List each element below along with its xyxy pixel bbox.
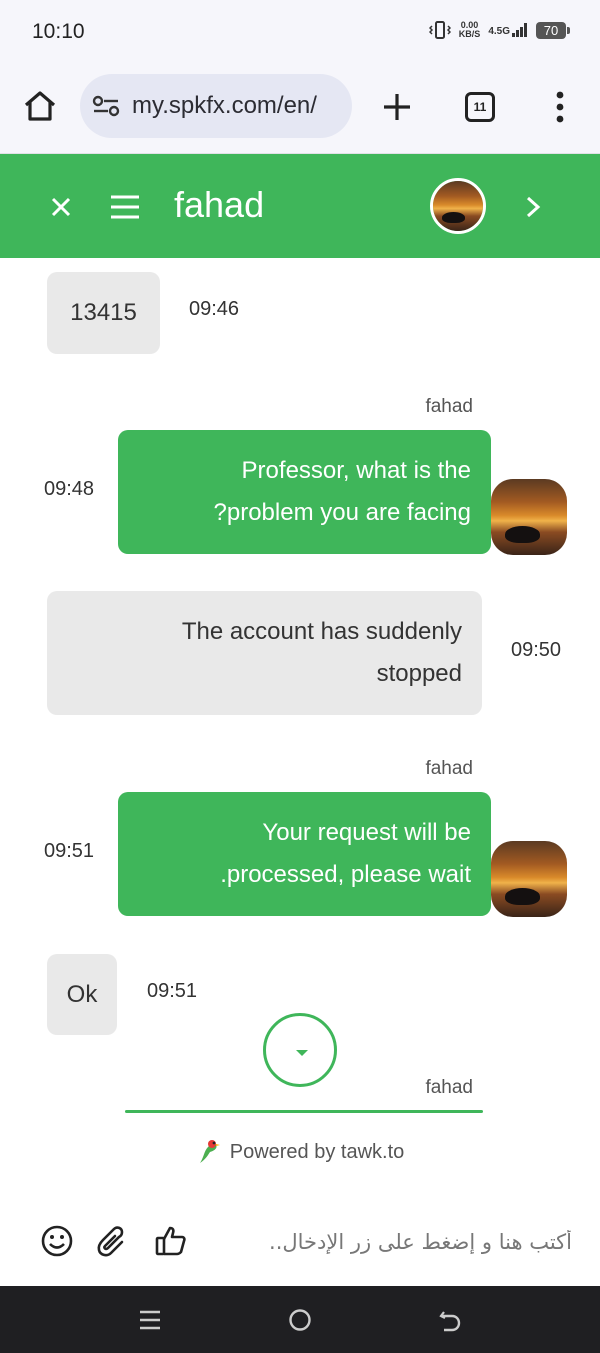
home-circle-icon[interactable] (288, 1308, 312, 1332)
message-time: 09:46 (189, 298, 240, 320)
chat-header: fahad (0, 154, 600, 258)
agent-avatar (430, 178, 486, 234)
message-time: 09:51 (147, 980, 198, 1002)
status-bar: 10:10 0.00 KB/S 4.5G 70 (0, 0, 600, 62)
signal-icon (512, 23, 527, 37)
message-line: stopped (376, 660, 462, 687)
plus-icon[interactable] (380, 90, 414, 124)
close-icon[interactable] (44, 190, 78, 224)
chevron-right-icon[interactable] (518, 190, 548, 224)
scroll-to-bottom-button[interactable] (263, 1013, 337, 1087)
tawk-logo-icon (199, 1140, 220, 1163)
attachment-icon[interactable] (94, 1224, 128, 1258)
recents-icon[interactable] (138, 1308, 162, 1332)
hamburger-menu-icon[interactable] (108, 190, 142, 224)
message-text: 13415 (70, 299, 137, 326)
message-text: Ok (66, 981, 98, 1008)
message-line: .processed, please wait (220, 861, 471, 888)
agent-avatar (491, 479, 567, 555)
back-icon[interactable] (438, 1308, 462, 1332)
message-line: The account has suddenly (181, 618, 462, 645)
signal-indicator: 4.5G (488, 23, 528, 37)
agent-name: fahad (174, 184, 265, 225)
incoming-message-bubble: Ok (47, 954, 117, 1035)
powered-by-text[interactable]: Powered by tawk.to (230, 1141, 405, 1164)
message-composer (0, 1196, 600, 1286)
network-type: 4.5G (488, 26, 510, 37)
vibrate-icon (428, 21, 451, 39)
sender-name: fahad (425, 758, 473, 779)
sender-name: fahad (425, 1077, 473, 1098)
more-vertical-icon[interactable] (548, 90, 572, 124)
outgoing-message-bubble: Professor, what is the ?problem you are … (118, 430, 491, 554)
thumbs-up-icon[interactable] (154, 1224, 188, 1258)
message-line: ?problem you are facing (213, 499, 471, 526)
site-settings-icon[interactable] (92, 94, 120, 118)
net-speed-unit: KB/S (458, 29, 481, 39)
home-icon[interactable] (20, 86, 60, 126)
net-speed: 0.00 KB/S (459, 21, 481, 39)
sender-name: fahad (425, 396, 473, 417)
message-line: Professor, what is the (241, 457, 471, 484)
system-navigation-bar (0, 1286, 600, 1353)
outgoing-message-bubble: Your request will be .processed, please … (118, 792, 491, 916)
message-list[interactable]: 13415 09:46 fahad 09:48 Professor, what … (0, 258, 600, 1113)
incoming-message-bubble: The account has suddenly stopped (47, 591, 482, 715)
status-time: 10:10 (32, 20, 85, 43)
message-input[interactable] (210, 1222, 572, 1262)
outgoing-message-bubble (125, 1110, 483, 1113)
address-bar[interactable]: my.spkfx.com/en/ (80, 74, 352, 138)
message-line: Your request will be (262, 819, 471, 846)
incoming-message-bubble: 13415 (47, 272, 160, 354)
browser-toolbar: my.spkfx.com/en/ 11 (0, 62, 600, 154)
message-time: 09:48 (44, 478, 95, 500)
url-text[interactable]: my.spkfx.com/en/ (132, 92, 344, 120)
emoji-icon[interactable] (40, 1224, 74, 1258)
tab-switcher-button[interactable]: 11 (465, 92, 495, 122)
message-time: 09:51 (44, 840, 95, 862)
status-indicators: 0.00 KB/S 4.5G 70 (428, 20, 570, 40)
message-time: 09:50 (511, 639, 562, 661)
battery-icon: 70 (536, 21, 570, 39)
agent-avatar (491, 841, 567, 917)
powered-by-link[interactable]: Powered by tawk.to (0, 1130, 600, 1174)
